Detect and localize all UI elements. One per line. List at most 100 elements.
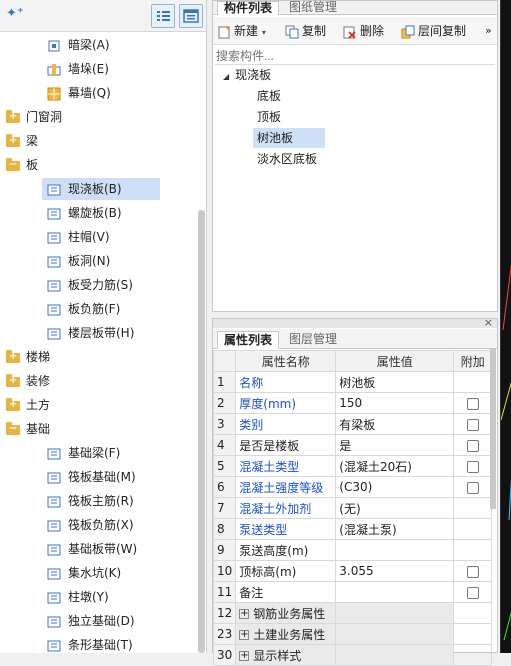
property-name: 混凝土外加剂: [235, 497, 337, 519]
tree-folder[interactable]: − 基础: [6, 418, 156, 440]
extra-checkbox[interactable]: [466, 397, 479, 410]
extra-checkbox[interactable]: [466, 460, 479, 473]
extra-checkbox[interactable]: [466, 565, 479, 578]
new-button[interactable]: 新建 ▾: [217, 22, 266, 40]
property-row[interactable]: 30 + 显示样式: [212, 644, 493, 666]
component-item[interactable]: 淡水区底板: [253, 149, 321, 169]
tree-folder[interactable]: + 门窗洞: [6, 106, 156, 128]
extra-checkbox[interactable]: [466, 418, 479, 431]
row-index: 11: [212, 581, 237, 603]
collapse-icon[interactable]: ◢: [223, 72, 229, 81]
property-row[interactable]: 8 泵送类型 (混凝土泵): [212, 518, 493, 540]
property-row[interactable]: 10 顶标高(m) 3.055: [212, 560, 493, 582]
tree-item[interactable]: 筏板基础(M): [42, 466, 182, 488]
folder-icon[interactable]: +: [6, 349, 20, 363]
property-group[interactable]: + 显示样式: [235, 644, 337, 666]
property-row[interactable]: 5 混凝土类型 (混凝土20石): [212, 455, 493, 477]
floor-copy-button[interactable]: 层间复制: [401, 22, 466, 40]
property-row[interactable]: 12 + 钢筋业务属性: [212, 602, 493, 624]
tree-item[interactable]: 板负筋(F): [42, 298, 182, 320]
extra-checkbox[interactable]: [466, 439, 479, 452]
tree-item[interactable]: 幕墙(Q): [42, 82, 182, 104]
expand-icon[interactable]: +: [239, 630, 250, 640]
folder-icon[interactable]: +: [6, 373, 20, 387]
list-view-icon[interactable]: [151, 4, 175, 28]
property-value[interactable]: 有梁板: [335, 413, 455, 435]
tree-item[interactable]: 条形基础(T): [42, 634, 182, 653]
property-row[interactable]: 7 混凝土外加剂 (无): [212, 497, 493, 519]
tree-item[interactable]: 筏板负筋(X): [42, 514, 182, 536]
property-value[interactable]: 是: [335, 434, 455, 456]
property-value[interactable]: [335, 539, 455, 561]
tree-scrollbar[interactable]: [198, 210, 205, 653]
tree-item[interactable]: 独立基础(D): [42, 610, 182, 632]
tab-property-list[interactable]: 属性列表: [217, 331, 280, 349]
property-group[interactable]: + 钢筋业务属性: [235, 602, 337, 624]
component-item[interactable]: 顶板: [253, 107, 285, 127]
tree-item[interactable]: 墙垛(E): [42, 58, 182, 80]
tree-folder[interactable]: − 板: [6, 154, 156, 176]
property-scrollbar[interactable]: [490, 349, 496, 509]
tree-item-label: 基础板带(W): [68, 542, 138, 556]
folder-icon[interactable]: +: [6, 397, 20, 411]
search-input[interactable]: [215, 47, 495, 65]
expand-icon[interactable]: +: [239, 609, 250, 619]
tree-item[interactable]: 板受力筋(S): [42, 274, 182, 296]
copy-button[interactable]: 复制: [285, 22, 326, 40]
property-value[interactable]: [335, 581, 455, 603]
tree-item[interactable]: 柱墩(Y): [42, 586, 182, 608]
folder-icon[interactable]: −: [6, 157, 20, 171]
property-row[interactable]: 3 类别 有梁板: [212, 413, 493, 435]
extra-checkbox[interactable]: [466, 586, 479, 599]
tree-item[interactable]: 板洞(N): [42, 250, 182, 272]
tab-drawing-management[interactable]: 图纸管理: [283, 1, 343, 15]
property-value[interactable]: (混凝土泵): [335, 518, 455, 540]
property-row[interactable]: 4 是否是楼板是: [212, 434, 493, 456]
property-extra: [453, 413, 493, 435]
property-value[interactable]: (C30): [335, 476, 455, 498]
tree-item[interactable]: 集水坑(K): [42, 562, 182, 584]
chevron-down-icon[interactable]: ▾: [262, 28, 266, 37]
property-name: 混凝土强度等级: [235, 476, 337, 498]
detail-view-icon[interactable]: [179, 4, 203, 28]
property-row[interactable]: 1 名称 树池板: [212, 371, 493, 393]
property-row[interactable]: 23 + 土建业务属性: [212, 623, 493, 645]
sparkle-icon[interactable]: ✦⁺: [6, 6, 24, 21]
property-value[interactable]: 150: [335, 392, 455, 414]
property-group[interactable]: + 土建业务属性: [235, 623, 337, 645]
property-value[interactable]: 3.055: [335, 560, 455, 582]
tree-item[interactable]: 柱帽(V): [42, 226, 182, 248]
property-value[interactable]: (无): [335, 497, 455, 519]
property-row[interactable]: 6 混凝土强度等级 (C30): [212, 476, 493, 498]
tree-folder[interactable]: + 楼梯: [6, 346, 156, 368]
tree-item[interactable]: 现浇板(B): [42, 178, 160, 200]
property-row[interactable]: 2 厚度(mm) 150: [212, 392, 493, 414]
extra-checkbox[interactable]: [466, 481, 479, 494]
tree-item[interactable]: 基础板带(W): [42, 538, 182, 560]
component-item[interactable]: 底板: [253, 86, 285, 106]
property-value[interactable]: (混凝土20石): [335, 455, 455, 477]
tab-layer-management[interactable]: 图层管理: [283, 331, 343, 349]
property-value[interactable]: 树池板: [335, 371, 455, 393]
tree-folder[interactable]: + 土方: [6, 394, 156, 416]
delete-button[interactable]: 删除: [343, 22, 384, 40]
tree-folder[interactable]: + 梁: [6, 130, 156, 152]
more-icon[interactable]: »: [485, 22, 492, 40]
folder-icon[interactable]: +: [6, 109, 20, 123]
tree-item[interactable]: 楼层板带(H): [42, 322, 182, 344]
copy-icon: [285, 25, 299, 39]
tree-item[interactable]: 暗梁(A): [42, 34, 182, 56]
tree-item[interactable]: 螺旋板(B): [42, 202, 182, 224]
folder-icon[interactable]: −: [6, 421, 20, 435]
property-row[interactable]: 9 泵送高度(m): [212, 539, 493, 561]
tree-item-label: 现浇板(B): [68, 182, 122, 196]
folder-icon[interactable]: +: [6, 133, 20, 147]
tree-item[interactable]: 基础梁(F): [42, 442, 182, 464]
close-icon[interactable]: ×: [484, 316, 493, 329]
tree-root[interactable]: ◢ 现浇板: [223, 65, 271, 85]
tree-folder[interactable]: + 装修: [6, 370, 156, 392]
component-item[interactable]: 树池板: [253, 128, 325, 148]
tab-component-list[interactable]: 构件列表: [217, 1, 280, 15]
property-row[interactable]: 11 备注: [212, 581, 493, 603]
tree-item[interactable]: 筏板主筋(R): [42, 490, 182, 512]
